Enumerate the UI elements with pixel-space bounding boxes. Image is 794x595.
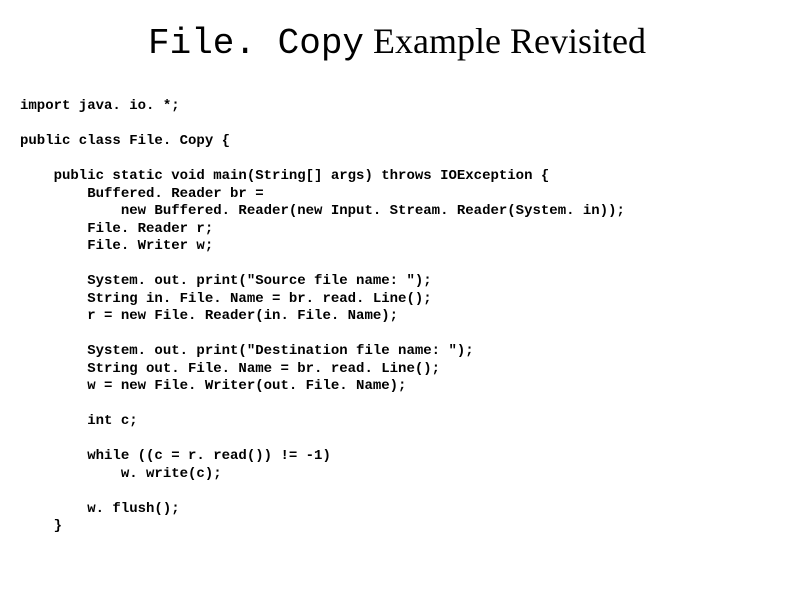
code-line: new Buffered. Reader(new Input. Stream. … [20, 203, 625, 219]
code-line: Buffered. Reader br = [20, 186, 264, 202]
code-line: public static void main(String[] args) t… [20, 168, 549, 184]
slide: File. Copy Example Revisited import java… [0, 0, 794, 595]
slide-title: File. Copy Example Revisited [0, 20, 794, 64]
code-line: } [20, 518, 62, 534]
code-line: w. write(c); [20, 466, 222, 482]
code-line: while ((c = r. read()) != -1) [20, 448, 331, 464]
title-rest-part: Example Revisited [364, 21, 646, 61]
code-line: public class File. Copy { [20, 133, 230, 149]
code-line: import java. io. *; [20, 98, 180, 114]
code-line: w = new File. Writer(out. File. Name); [20, 378, 406, 394]
code-line: r = new File. Reader(in. File. Name); [20, 308, 398, 324]
code-line: String out. File. Name = br. read. Line(… [20, 361, 440, 377]
code-line: File. Writer w; [20, 238, 213, 254]
code-block: import java. io. *; public class File. C… [0, 98, 794, 536]
code-line: w. flush(); [20, 501, 180, 517]
code-line: int c; [20, 413, 138, 429]
code-line: System. out. print("Destination file nam… [20, 343, 474, 359]
title-mono-part: File. Copy [148, 23, 364, 64]
code-line: System. out. print("Source file name: ")… [20, 273, 432, 289]
code-line: String in. File. Name = br. read. Line()… [20, 291, 432, 307]
code-line: File. Reader r; [20, 221, 213, 237]
